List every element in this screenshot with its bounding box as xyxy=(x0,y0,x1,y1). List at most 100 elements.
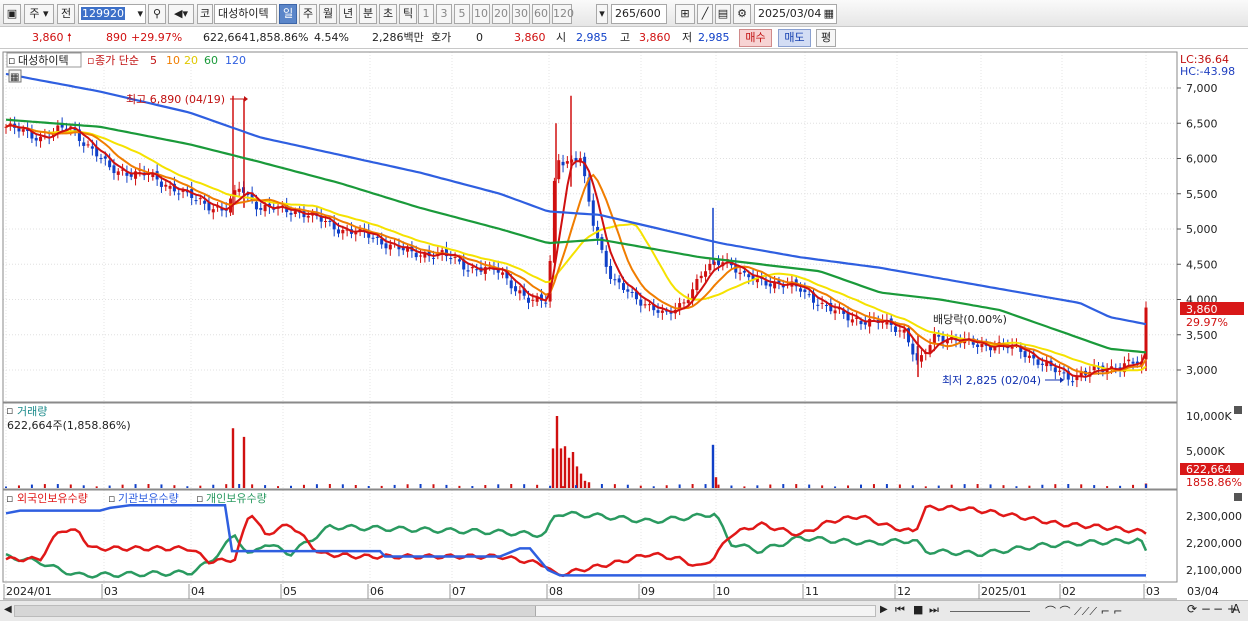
gear-icon[interactable]: ⚙ xyxy=(733,4,751,24)
volume-bar-small xyxy=(5,486,7,488)
auto-scale-icon[interactable]: A xyxy=(1232,602,1240,616)
chart-canvas[interactable]: ▫ 대성하이텍 ▫ 종가 단순 5 10 20 60 120 ▦ LC:36.6… xyxy=(0,50,1248,600)
volume-bar-small xyxy=(484,485,487,488)
volume-legend-square: ▫ xyxy=(6,404,13,417)
zoom-out-icon[interactable]: ⟳ − xyxy=(1187,602,1211,616)
high-value: 3,860 xyxy=(639,31,671,44)
candle-body xyxy=(1062,372,1066,374)
candle-body xyxy=(617,278,621,283)
volume-bar-small xyxy=(380,485,383,488)
scroll-right-icon[interactable]: ▶ xyxy=(880,604,888,615)
last-page-icon[interactable]: ⏭ xyxy=(929,603,939,617)
save-icon[interactable]: ▤ xyxy=(715,4,731,24)
volume-bar-small xyxy=(924,486,927,488)
calendar-icon[interactable]: ▦ xyxy=(824,5,834,23)
candle-body xyxy=(375,236,379,238)
candle-body xyxy=(868,318,872,327)
buy-button[interactable]: 매수 xyxy=(739,29,772,47)
holding-close-icon[interactable] xyxy=(1234,493,1242,501)
interval-button-10[interactable]: 10 xyxy=(472,4,490,24)
period-tab-1[interactable]: 주 xyxy=(299,4,317,24)
scroll-track[interactable] xyxy=(14,605,876,617)
candle-body xyxy=(21,129,25,132)
candle-body xyxy=(1071,381,1075,383)
x-axis-label: 08 xyxy=(549,585,563,598)
interval-dropdown-icon[interactable]: ▾ xyxy=(596,4,608,24)
x-axis-label: 06 xyxy=(370,585,384,598)
interval-button-30[interactable]: 30 xyxy=(512,4,530,24)
volume-bar xyxy=(555,416,559,488)
candle-body xyxy=(1040,363,1044,365)
candle-body xyxy=(388,244,392,250)
holding-legend-square: ▫ xyxy=(6,492,13,505)
period-tab-0[interactable]: 일 xyxy=(279,4,297,24)
stop-icon[interactable]: ■ xyxy=(913,603,923,616)
date-value: 2025/03/04 xyxy=(758,7,822,20)
volume-bar-small xyxy=(30,484,33,488)
volume-bar-small xyxy=(277,486,280,488)
period-tab-5[interactable]: 초 xyxy=(379,4,397,24)
hoga-label: 호가 xyxy=(431,31,452,44)
high-annotation: 최고 6,890 (04/19) xyxy=(126,93,225,106)
chart-settings-icon[interactable]: ▣ xyxy=(3,4,21,24)
interval-button-3[interactable]: 3 xyxy=(436,4,452,24)
x-axis-label: 07 xyxy=(452,585,466,598)
candle-type-icon[interactable]: ⊞ xyxy=(675,4,695,24)
volume-bar-small xyxy=(1067,484,1070,488)
volume-close-icon[interactable] xyxy=(1234,406,1242,414)
period-tab-6[interactable]: 틱 xyxy=(399,4,417,24)
hoga-price: 3,860 xyxy=(514,31,546,44)
x-axis-label: 03 xyxy=(1146,585,1160,598)
dividend-annotation: 배당락(0.00%) xyxy=(933,313,1007,326)
sell-button[interactable]: 매도 xyxy=(778,29,811,47)
volume-bar-small xyxy=(911,485,914,488)
avg-button[interactable]: 평 xyxy=(816,29,836,47)
stock-code-input[interactable]: 129920 ▾ xyxy=(78,4,146,24)
first-page-icon[interactable]: ⏮ xyxy=(895,603,905,617)
draw-tool-icon[interactable]: ╱ xyxy=(697,4,713,24)
ma60-label: 60 xyxy=(204,54,218,67)
candle-body xyxy=(656,310,660,313)
count-field[interactable]: 265/600 xyxy=(611,4,667,24)
scroll-left-icon[interactable]: ◀ xyxy=(4,604,12,615)
candle-body xyxy=(526,297,531,303)
volume-bar-small xyxy=(1002,485,1005,488)
quote-bar: 3,860 🠕 890 +29.97% 622,664 1,858.86% 4.… xyxy=(0,27,1248,49)
candle-body xyxy=(431,257,436,259)
candle-body xyxy=(799,288,803,292)
chart-scrollbar[interactable]: ◀ ▶ ⏮ ■ ⏭ ⌒ ⌒ ⟋⟋⟋ ⌐ ⌐ ⟳ − − + A xyxy=(0,600,1248,621)
scroll-thumb[interactable] xyxy=(535,606,875,616)
tool-icons[interactable]: ⌒ ⌒ ⟋⟋⟋ ⌐ ⌐ xyxy=(1045,603,1123,619)
volume-bar-small xyxy=(821,485,824,488)
x-axis-label: 02 xyxy=(1062,585,1076,598)
volume-bar-small xyxy=(173,485,176,488)
volume-bar-small xyxy=(406,484,409,488)
volume-bar-small xyxy=(510,484,513,488)
date-input[interactable]: 2025/03/04 ▦ xyxy=(754,4,837,24)
candle-body xyxy=(639,299,643,306)
interval-button-20[interactable]: 20 xyxy=(492,4,510,24)
interval-button-1[interactable]: 1 xyxy=(418,4,434,24)
period-select[interactable]: 주 ▾ xyxy=(24,4,54,24)
trade-amount: 2,286백만 xyxy=(372,31,424,44)
volume-bar-small xyxy=(898,484,901,488)
interval-button-60[interactable]: 60 xyxy=(532,4,550,24)
period-tab-2[interactable]: 월 xyxy=(319,4,337,24)
code-dropdown-icon[interactable]: ▾ xyxy=(137,5,143,23)
candle-body xyxy=(682,302,686,304)
zoom-slider[interactable] xyxy=(950,611,1030,612)
volume-bar xyxy=(579,473,583,488)
candle-body xyxy=(168,185,172,189)
volume-bar-small xyxy=(626,484,629,488)
search-icon[interactable]: ⚲ xyxy=(148,4,166,24)
volume-bar-small xyxy=(238,484,241,488)
period-tab-3[interactable]: 년 xyxy=(339,4,357,24)
interval-button-120[interactable]: 120 xyxy=(552,4,574,24)
speaker-icon[interactable]: ◀▾ xyxy=(168,4,194,24)
period-tab-4[interactable]: 분 xyxy=(359,4,377,24)
candle-body xyxy=(112,165,116,174)
interval-button-5[interactable]: 5 xyxy=(454,4,470,24)
candle-body xyxy=(708,263,712,271)
volume-bar-small xyxy=(147,484,150,488)
prev-button[interactable]: 전 xyxy=(57,4,75,24)
